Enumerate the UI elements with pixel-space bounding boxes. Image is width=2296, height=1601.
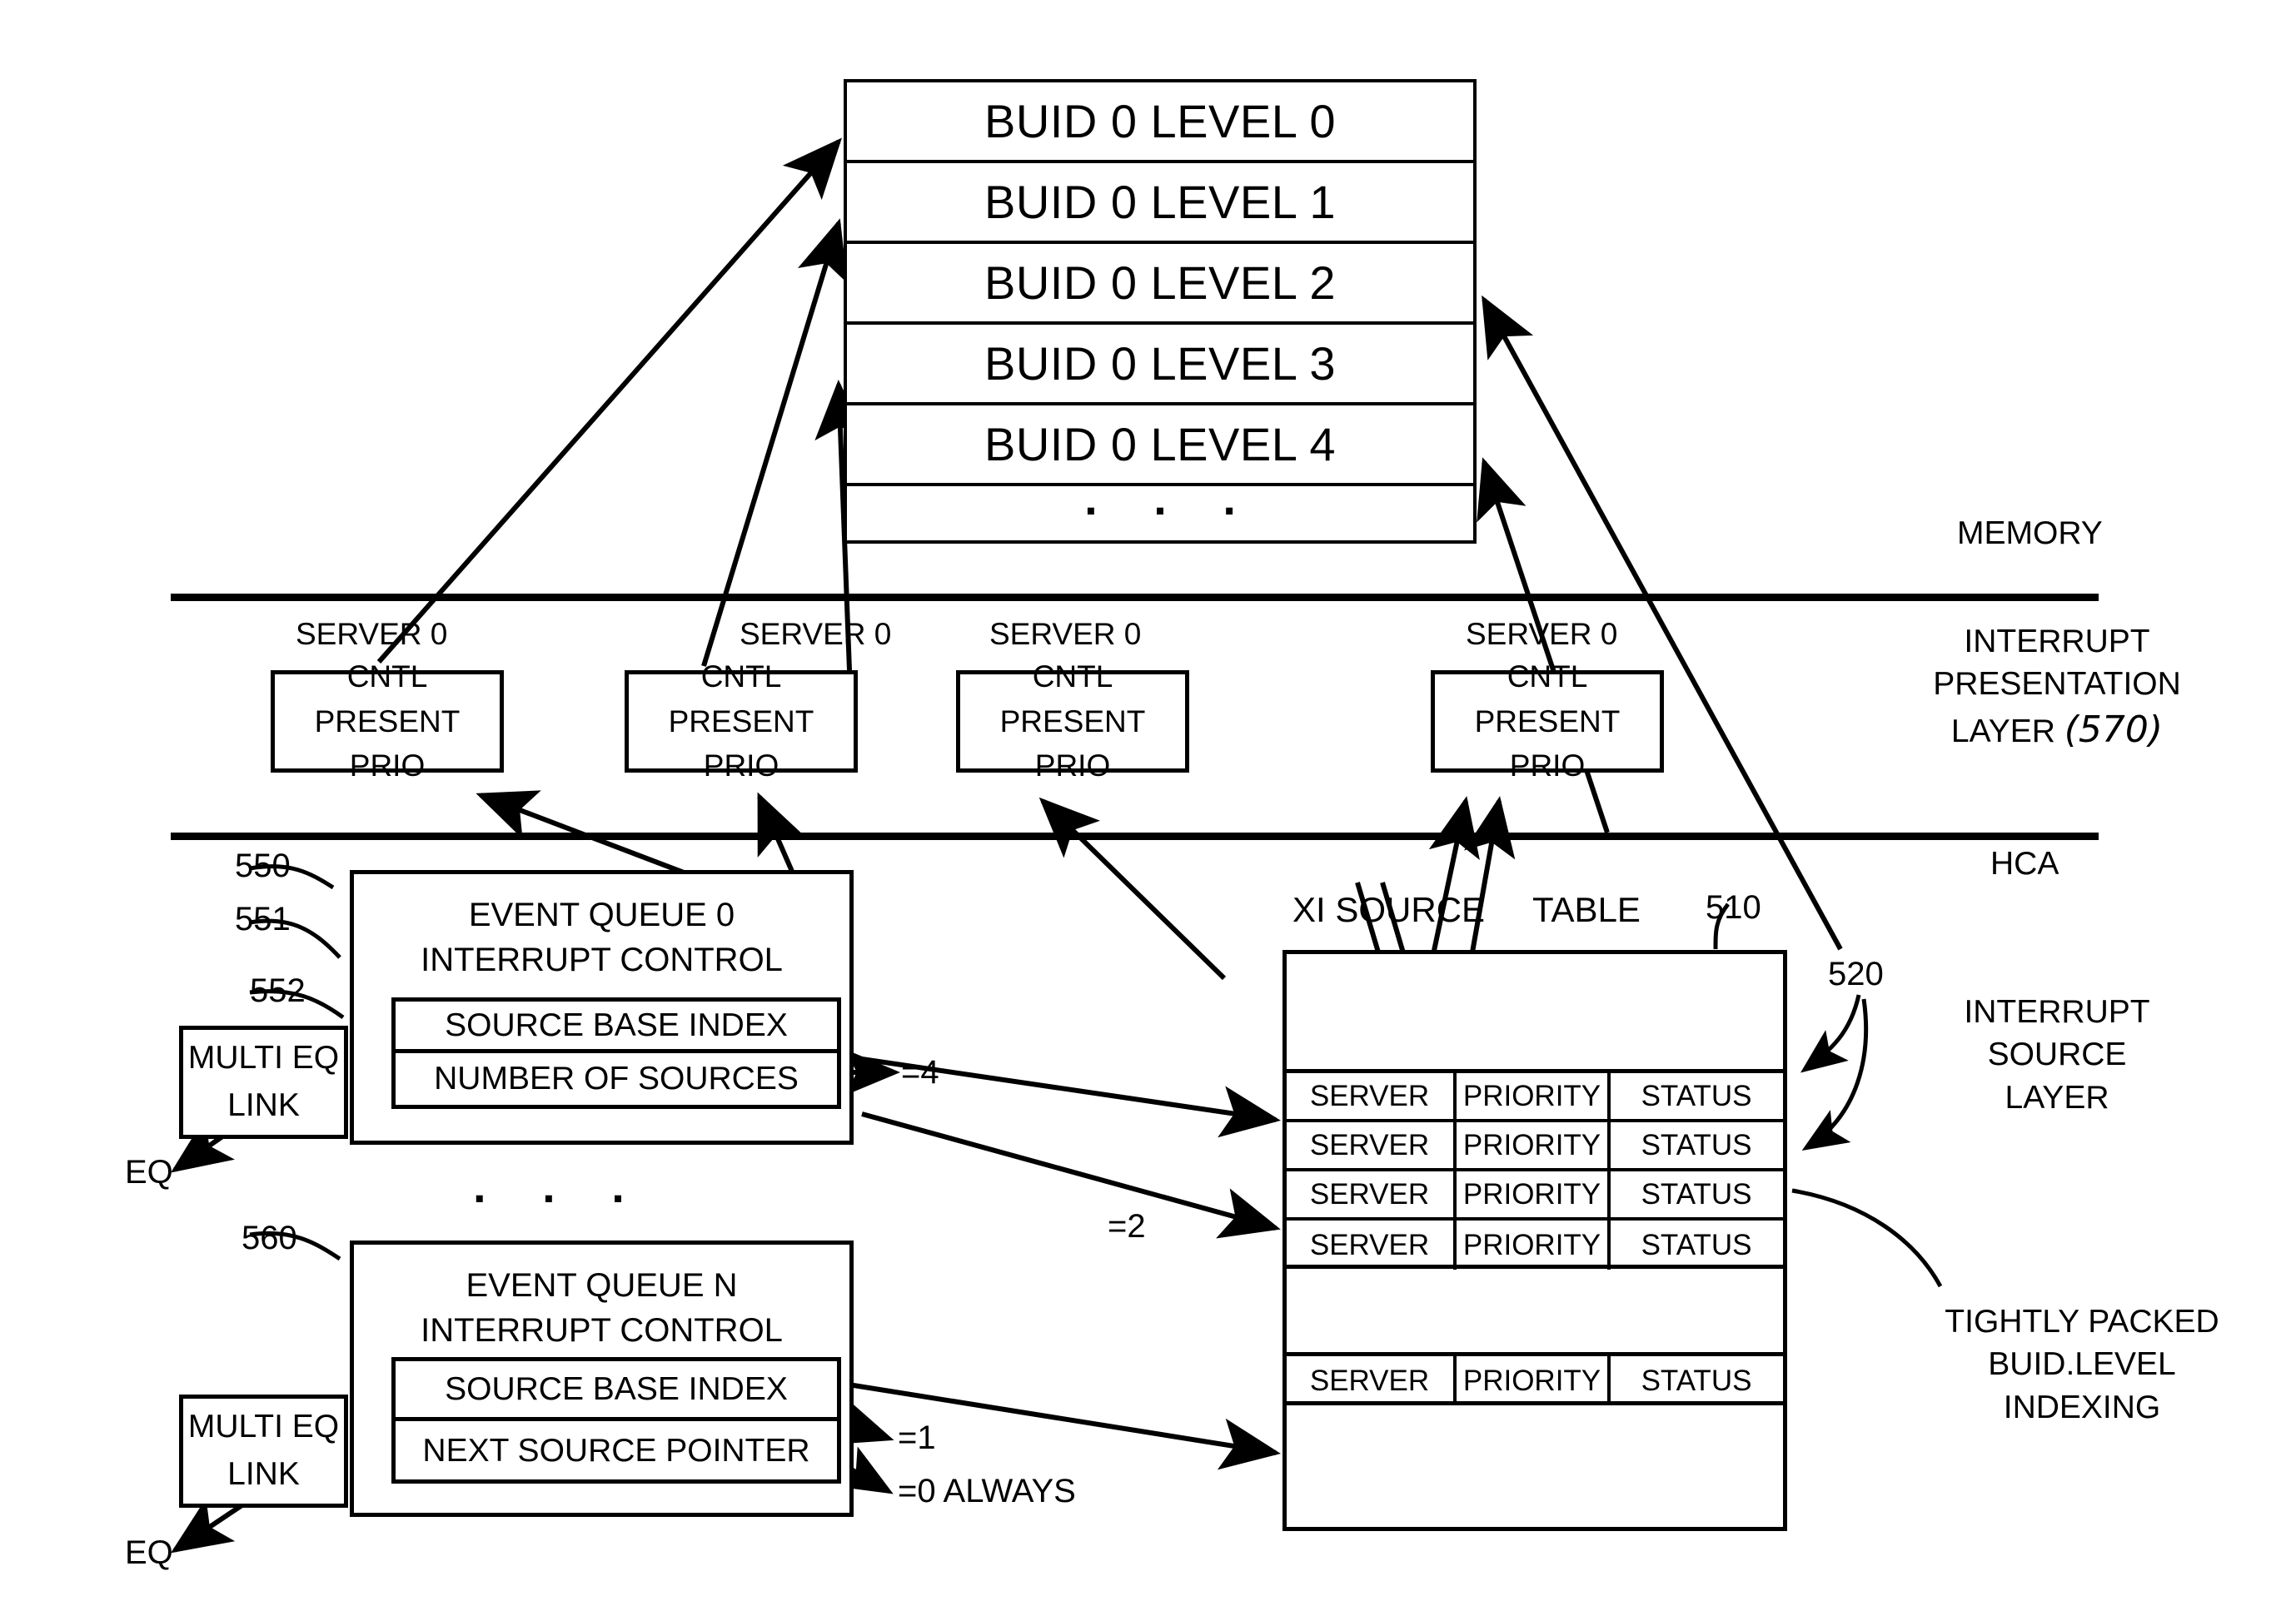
cntl-line2: PRESENT PRIO	[668, 704, 814, 783]
source-base-index-value: =2	[1108, 1208, 1146, 1245]
cntl-line2: PRESENT PRIO	[999, 704, 1146, 783]
cntl-line2: PRESENT PRIO	[314, 704, 461, 783]
patent-figure-canvas: BUID 0 LEVEL 0 BUID 0 LEVEL 1 BUID 0 LEV…	[0, 0, 2296, 1601]
xi-source-table-title-right: TABLE	[1532, 890, 1641, 929]
cntl-present-prio-box-2[interactable]: CNTL PRESENT PRIO	[956, 659, 1189, 783]
caption-hca: HCA	[1990, 846, 2059, 882]
memory-row: BUID 0 LEVEL 2	[847, 244, 1473, 325]
cell-status: STATUS	[1641, 1177, 1752, 1211]
caption-presentation-layer: INTERRUPT PRESENTATION LAYER (570)	[1932, 620, 2182, 754]
memory-row-continuation: . . .	[1084, 472, 1258, 525]
hca-layer-divider	[171, 833, 2099, 840]
cell-status: STATUS	[1641, 1128, 1752, 1161]
number-of-sources-field[interactable]: NUMBER OF SOURCES	[396, 1053, 837, 1105]
table-row[interactable]: SERVER PRIORITY STATUS	[1286, 1356, 1784, 1405]
source-base-index-field[interactable]: SOURCE BASE INDEX	[396, 1361, 837, 1421]
multi-eq-link-box-n[interactable]: MULTI EQ LINK	[179, 1395, 348, 1508]
cntl-present-prio-box-1[interactable]: CNTL PRESENT PRIO	[625, 659, 858, 783]
ref-550: 550	[235, 848, 291, 884]
cell-priority: PRIORITY	[1457, 1356, 1611, 1405]
event-queue-n-title-line1: EVENT QUEUE N	[466, 1267, 738, 1304]
cell-priority: PRIORITY	[1457, 1221, 1611, 1270]
xi-table-header-area	[1287, 954, 1783, 1069]
event-queue-n-title: EVENT QUEUE N INTERRUPT CONTROL	[354, 1245, 849, 1353]
memory-layer-divider	[171, 594, 2099, 601]
cntl-line1: CNTL	[346, 659, 428, 694]
caption-presentation-ref: (570)	[2064, 708, 2164, 751]
cell-server: SERVER	[1286, 1171, 1457, 1217]
cell-priority: PRIORITY	[1457, 1122, 1611, 1168]
server-label-0: SERVER 0	[296, 617, 448, 651]
caption-source-line1: INTERRUPT	[1964, 994, 2150, 1030]
ref-520: 520	[1828, 956, 1884, 992]
event-queue-n-title-line2: INTERRUPT CONTROL	[421, 1312, 783, 1349]
table-row[interactable]: SERVER PRIORITY STATUS	[1286, 1122, 1784, 1171]
multi-eq-link-line1: MULTI EQ	[187, 1409, 340, 1445]
event-queue-n-fields: SOURCE BASE INDEX NEXT SOURCE POINTER	[391, 1357, 841, 1484]
memory-buid-level-table: BUID 0 LEVEL 0 BUID 0 LEVEL 1 BUID 0 LEV…	[844, 79, 1477, 544]
source-base-index-field[interactable]: SOURCE BASE INDEX	[396, 1002, 837, 1053]
event-queue-continuation-dots: . . .	[473, 1160, 646, 1212]
event-queue-0-title: EVENT QUEUE 0 INTERRUPT CONTROL	[354, 874, 849, 982]
cntl-present-prio-box-0[interactable]: CNTL PRESENT PRIO	[271, 659, 504, 783]
ref-510: 510	[1706, 889, 1761, 926]
caption-packed-line2: BUID.LEVEL	[1988, 1346, 2176, 1383]
number-of-sources-value: =4	[901, 1054, 939, 1091]
server-label-1: SERVER 0	[740, 617, 892, 651]
cell-server: SERVER	[1286, 1073, 1457, 1119]
caption-tightly-packed-indexing: TIGHTLY PACKED BUID.LEVEL INDEXING	[1915, 1300, 2249, 1429]
cntl-line1: CNTL	[700, 659, 782, 694]
cell-server: SERVER	[1286, 1356, 1457, 1405]
caption-memory: MEMORY	[1957, 515, 2103, 551]
xi-table-gap	[1286, 1269, 1784, 1352]
xi-source-table-title-left: XI SOURCE	[1292, 890, 1486, 929]
cntl-present-prio-box-3[interactable]: CNTL PRESENT PRIO	[1431, 659, 1664, 783]
memory-row: BUID 0 LEVEL 3	[847, 325, 1473, 405]
xi-table-upper-rows: SERVER PRIORITY STATUS SERVER PRIORITY S…	[1286, 1069, 1784, 1270]
event-queue-0-fields: SOURCE BASE INDEX NUMBER OF SOURCES	[391, 997, 841, 1109]
caption-source-line3: LAYER	[2005, 1079, 2109, 1116]
cell-server: SERVER	[1286, 1221, 1457, 1270]
cell-status: STATUS	[1641, 1364, 1752, 1397]
cntl-line1: CNTL	[1032, 659, 1113, 694]
ref-551: 551	[235, 901, 291, 937]
cell-priority: PRIORITY	[1457, 1073, 1611, 1119]
cell-status: STATUS	[1641, 1228, 1752, 1261]
cntl-line2: PRESENT PRIO	[1474, 704, 1621, 783]
caption-presentation-line3: LAYER	[1950, 713, 2055, 749]
cell-priority: PRIORITY	[1457, 1171, 1611, 1217]
next-source-pointer-field[interactable]: NEXT SOURCE POINTER	[396, 1421, 837, 1481]
eq-label-n: EQ	[125, 1534, 173, 1571]
cntl-line1: CNTL	[1507, 659, 1588, 694]
multi-eq-link-box-0[interactable]: MULTI EQ LINK	[179, 1026, 348, 1139]
server-label-3: SERVER 0	[1466, 617, 1618, 651]
table-row[interactable]: SERVER PRIORITY STATUS	[1286, 1221, 1784, 1270]
xi-table-lower-rows: SERVER PRIORITY STATUS	[1286, 1352, 1784, 1405]
next-source-pointer-value-1: =1	[898, 1420, 936, 1456]
cell-status: STATUS	[1641, 1079, 1752, 1112]
ref-560: 560	[242, 1220, 297, 1256]
server-label-2: SERVER 0	[989, 617, 1142, 651]
table-row[interactable]: SERVER PRIORITY STATUS	[1286, 1171, 1784, 1221]
multi-eq-link-line1: MULTI EQ	[187, 1040, 340, 1076]
memory-row: BUID 0 LEVEL 0	[847, 82, 1473, 163]
multi-eq-link-line2: LINK	[227, 1087, 300, 1123]
event-queue-0-title-line1: EVENT QUEUE 0	[468, 897, 735, 933]
memory-row: BUID 0 LEVEL 1	[847, 163, 1473, 244]
cell-server: SERVER	[1286, 1122, 1457, 1168]
caption-presentation-line2: PRESENTATION	[1933, 666, 2181, 703]
event-queue-0-title-line2: INTERRUPT CONTROL	[421, 942, 783, 978]
caption-packed-line3: INDEXING	[2003, 1389, 2161, 1425]
xi-source-table: SERVER PRIORITY STATUS SERVER PRIORITY S…	[1282, 950, 1787, 1531]
caption-packed-line1: TIGHTLY PACKED	[1945, 1304, 2219, 1340]
caption-source-line2: SOURCE	[1987, 1037, 2127, 1073]
caption-presentation-line1: INTERRUPT	[1964, 624, 2150, 659]
next-source-pointer-value-0-always: =0 ALWAYS	[898, 1473, 1076, 1509]
eq-label-0: EQ	[125, 1154, 173, 1191]
ref-552: 552	[250, 972, 306, 1009]
multi-eq-link-line2: LINK	[227, 1456, 300, 1492]
caption-source-layer: INTERRUPT SOURCE LAYER	[1932, 991, 2182, 1119]
table-row[interactable]: SERVER PRIORITY STATUS	[1286, 1073, 1784, 1122]
